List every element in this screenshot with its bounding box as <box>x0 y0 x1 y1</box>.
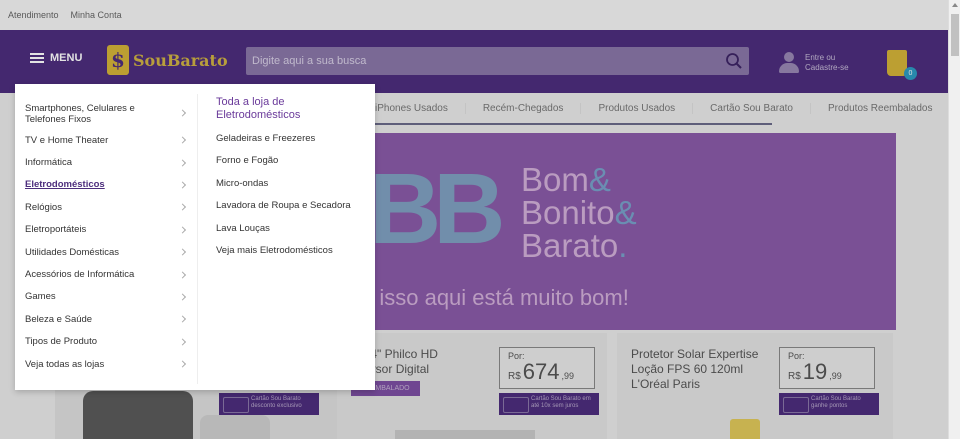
menu-item-label: Eletrodomésticos <box>25 179 105 191</box>
chevron-right-icon <box>178 315 187 323</box>
chevron-right-icon <box>178 159 187 167</box>
chevron-right-icon <box>178 293 187 301</box>
chevron-right-icon <box>178 181 187 189</box>
menu-item-label: Informática <box>25 157 72 169</box>
subcategory-heading-link[interactable]: Toda a loja de Eletrodomésticos <box>216 96 366 122</box>
menu-item-utilidades-domesticas[interactable]: Utilidades Domésticas <box>15 241 195 263</box>
chevron-right-icon <box>178 248 187 256</box>
menu-item-label: Relógios <box>25 201 62 213</box>
menu-item-tipos-produto[interactable]: Tipos de Produto <box>15 331 195 353</box>
mega-menu: Smartphones, Celulares e Telefones Fixos… <box>15 84 375 390</box>
menu-item-label: Tipos de Produto <box>25 336 97 348</box>
chevron-right-icon <box>178 360 187 368</box>
menu-item-label: Beleza e Saúde <box>25 313 93 325</box>
menu-item-label: Utilidades Domésticas <box>25 246 119 258</box>
menu-item-label: Veja todas as lojas <box>25 358 105 370</box>
chevron-right-icon <box>178 270 187 279</box>
subcategory-item[interactable]: Lavadora de Roupa e Secadora <box>216 200 366 222</box>
menu-item-beleza-saude[interactable]: Beleza e Saúde <box>15 308 195 330</box>
menu-item-eletroportateis[interactable]: Eletroportáteis <box>15 219 195 241</box>
chevron-right-icon <box>178 136 187 144</box>
subcategory-panel: Toda a loja de Eletrodomésticos Geladeir… <box>216 96 366 267</box>
menu-item-relogios[interactable]: Relógios <box>15 196 195 218</box>
menu-item-eletrodomesticos[interactable]: Eletrodomésticos <box>15 174 195 196</box>
menu-divider <box>197 94 198 384</box>
menu-item-tv-home-theater[interactable]: TV e Home Theater <box>15 129 195 151</box>
subcategory-item[interactable]: Forno e Fogão <box>216 155 366 177</box>
menu-item-label: Eletroportáteis <box>25 224 87 236</box>
subcategory-item[interactable]: Veja mais Eletrodomésticos <box>216 245 366 267</box>
menu-item-games[interactable]: Games <box>15 286 195 308</box>
menu-item-label: Smartphones, Celulares e Telefones Fixos <box>25 103 135 125</box>
menu-item-label: Acessórios de Informática <box>25 269 135 281</box>
chevron-right-icon <box>178 108 187 117</box>
page-scrollbar[interactable] <box>948 0 960 439</box>
subcategory-item[interactable]: Micro-ondas <box>216 178 366 200</box>
menu-item-veja-todas-lojas[interactable]: Veja todas as lojas <box>15 353 195 375</box>
scrollbar-thumb[interactable] <box>951 14 959 56</box>
scroll-up-arrow-icon[interactable] <box>952 3 958 7</box>
chevron-right-icon <box>178 203 187 211</box>
subcategory-item[interactable]: Geladeiras e Freezeres <box>216 133 366 155</box>
chevron-right-icon <box>178 226 187 234</box>
menu-item-acessorios-informatica[interactable]: Acessórios de Informática <box>15 263 195 285</box>
subcategory-item[interactable]: Lava Louças <box>216 223 366 245</box>
menu-item-label: Games <box>25 291 56 303</box>
menu-item-label: TV e Home Theater <box>25 134 109 146</box>
category-list: Smartphones, Celulares e Telefones Fixos… <box>15 96 195 375</box>
menu-item-informatica[interactable]: Informática <box>15 151 195 173</box>
chevron-right-icon <box>178 338 187 346</box>
menu-item-smartphones[interactable]: Smartphones, Celulares e Telefones Fixos <box>15 96 195 129</box>
